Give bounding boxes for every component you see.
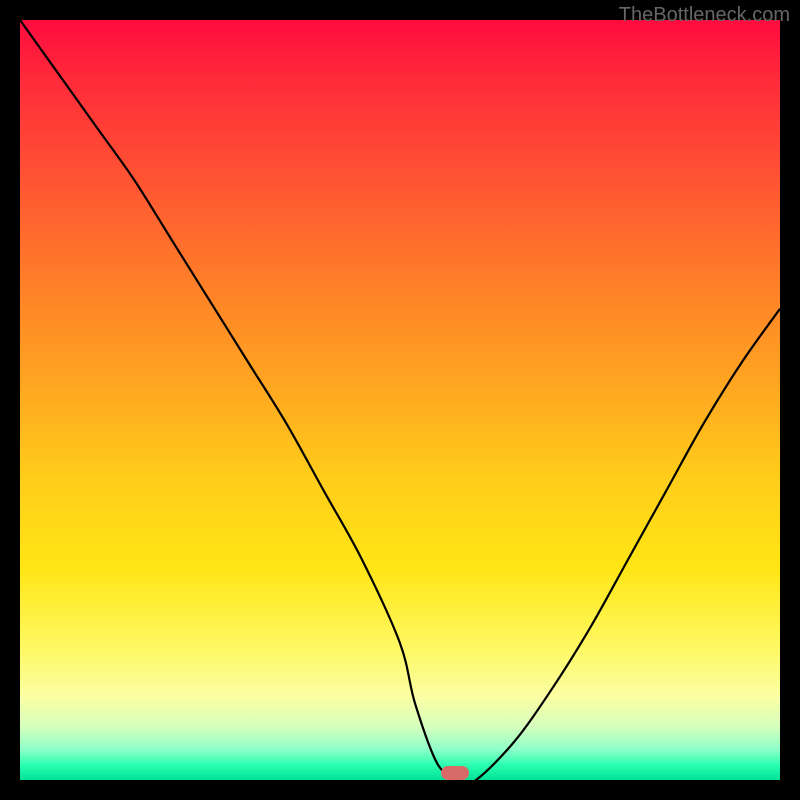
bottleneck-curve — [20, 20, 780, 780]
optimal-point-marker — [441, 766, 469, 780]
watermark-text: TheBottleneck.com — [619, 4, 790, 27]
